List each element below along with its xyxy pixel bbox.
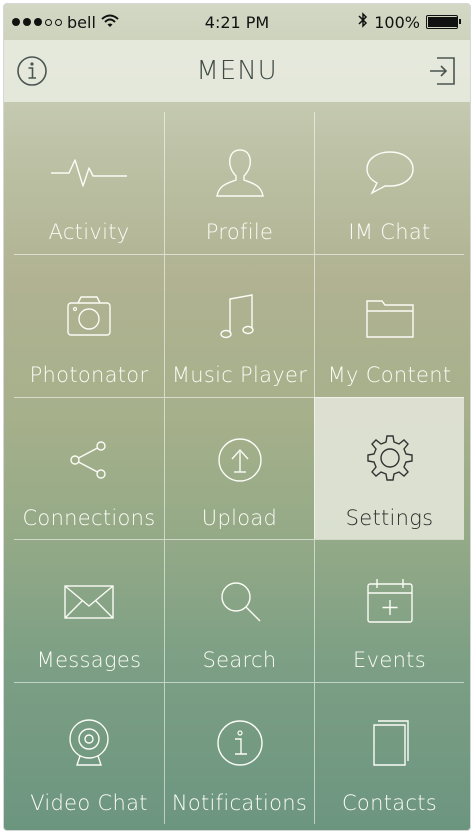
menu-header: MENU [4, 40, 470, 102]
menu-tile-label: Contacts [341, 790, 438, 815]
webcam-icon [49, 709, 129, 779]
menu-tile-label: Search [202, 648, 277, 673]
status-bar: bell 4:21 PM 100% [4, 4, 470, 40]
info-icon [17, 56, 47, 86]
menu-tile-contacts[interactable]: Contacts [314, 681, 464, 824]
menu-tile-label: Upload [201, 505, 278, 530]
menu-tile-label: Notifications [171, 790, 308, 815]
activity-pulse-icon [49, 138, 129, 208]
menu-tile-im-chat[interactable]: IM Chat [314, 112, 464, 255]
calendar-add-icon [350, 566, 430, 636]
menu-tile-profile[interactable]: Profile [164, 112, 314, 255]
camera-icon [49, 281, 129, 351]
upload-icon [200, 424, 280, 494]
menu-tile-label: Profile [205, 220, 274, 244]
menu-tile-activity[interactable]: Activity [14, 112, 164, 254]
sign-out-icon [430, 57, 455, 85]
user-icon [200, 138, 280, 208]
menu-tile-video-chat[interactable]: Video Chat [14, 681, 164, 824]
menu-tile-upload[interactable]: Upload [164, 396, 314, 540]
menu-tile-label: Photonator [29, 363, 149, 388]
menu-tile-label: Connections [22, 505, 156, 530]
battery-percent: 100% [374, 12, 420, 32]
menu-tile-label: Video Chat [30, 790, 148, 815]
wifi-icon [101, 13, 119, 32]
menu-tile-label: Settings [345, 505, 434, 530]
menu-tile-my-content[interactable]: My Content [314, 254, 464, 397]
menu-tile-label: My Content [327, 363, 452, 388]
chat-bubble-icon [350, 138, 430, 208]
search-icon [200, 566, 280, 636]
contacts-book-icon [350, 709, 430, 779]
share-icon [49, 424, 129, 494]
info-circle-icon [200, 709, 280, 779]
menu-tile-label: Events [353, 648, 426, 673]
info-button[interactable] [14, 53, 50, 89]
menu-tile-settings[interactable]: Settings [314, 396, 464, 540]
logout-button[interactable] [424, 53, 460, 89]
menu-tile-label: Activity [48, 220, 130, 244]
battery-icon [426, 15, 461, 29]
bluetooth-icon [358, 12, 368, 32]
phone-screen: bell 4:21 PM 100% MENU Activity Profile … [3, 3, 471, 831]
menu-tile-music-player[interactable]: Music Player [164, 254, 314, 397]
menu-tile-connections[interactable]: Connections [14, 396, 164, 539]
gear-icon [350, 424, 430, 494]
menu-tile-search[interactable]: Search [164, 539, 314, 682]
menu-tile-label: IM Chat [348, 220, 431, 244]
music-note-icon [200, 281, 280, 351]
menu-tile-notifications[interactable]: Notifications [164, 681, 314, 824]
page-title: MENU [196, 56, 278, 86]
menu-tile-events[interactable]: Events [314, 539, 464, 682]
menu-tile-photonator[interactable]: Photonator [14, 254, 164, 396]
carrier-name: bell [67, 12, 96, 32]
menu-tile-label: Music Player [171, 363, 308, 388]
envelope-icon [49, 566, 129, 636]
menu-grid: Activity Profile IM Chat Photonator Music Pl… [14, 112, 464, 824]
menu-tile-label: Messages [36, 648, 142, 673]
folder-icon [350, 281, 430, 351]
signal-strength-icon [12, 18, 62, 26]
menu-tile-messages[interactable]: Messages [14, 539, 164, 681]
